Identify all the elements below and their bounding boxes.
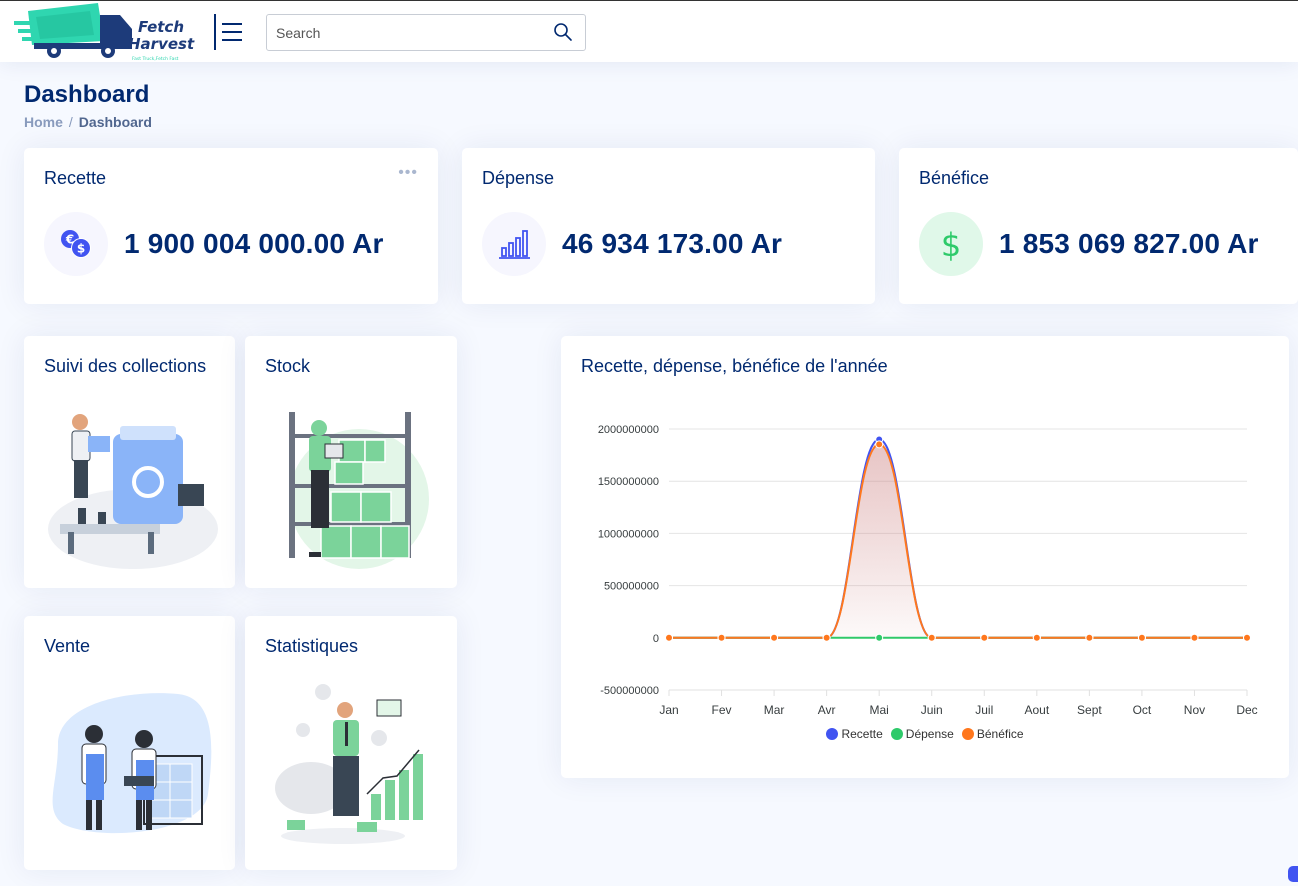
data-point [717,633,726,642]
recette-card: Recette ••• € $ 1 900 004 000.00 Ar [24,148,438,304]
breadcrumb-current: Dashboard [78,114,152,130]
search-bar [266,14,586,51]
data-point [770,633,779,642]
y-tick-label: 1000000000 [598,528,659,540]
data-point [875,633,884,642]
search-icon [554,23,572,41]
svg-text:$: $ [77,242,85,256]
tile-title: Statistiques [265,636,359,656]
recycling-worker-illustration [48,414,218,569]
data-point [927,633,936,642]
series-area [669,439,1247,638]
growth-statistics-illustration [275,684,423,844]
breadcrumb: Home / Dashboard [24,114,152,130]
benefice-amount: 1 853 069 827.00 Ar [999,228,1259,259]
scroll-top-button[interactable] [1288,866,1298,882]
warehouse-stock-illustration [289,412,429,569]
x-tick-label: Mar [764,703,785,717]
tile-title: Stock [265,356,311,376]
recette-amount: 1 900 004 000.00 Ar [124,228,384,259]
page-title: Dashboard [24,81,150,108]
tile-title: Vente [44,636,91,656]
brand-logo[interactable]: Fetch Harvest Fast Truck,Fetch Fast [12,1,198,63]
x-tick-label: Aout [1024,703,1049,717]
depense-card: Dépense 46 934 173.00 Ar [462,148,875,304]
legend-item[interactable]: Recette [826,727,883,741]
y-tick-label: -500000000 [600,685,659,697]
legend-label: Recette [841,727,883,741]
bar-chart-icon [482,212,546,276]
legend-item[interactable]: Bénéfice [961,727,1024,741]
breadcrumb-separator: / [68,114,73,130]
tile-suivi-collections[interactable]: Suivi des collections [24,336,235,588]
search-button[interactable] [553,22,575,44]
x-tick-label: Juin [921,703,943,717]
legend-marker [826,728,839,740]
brand-line1: Fetch [138,18,184,36]
chart-card: Recette, dépense, bénéfice de l'année 20… [561,336,1289,778]
data-point [875,440,884,449]
x-tick-label: Nov [1184,703,1205,717]
x-tick-label: Avr [818,703,836,717]
y-tick-label: 500000000 [604,581,659,593]
y-tick-label: 2000000000 [598,424,659,436]
legend-marker [961,728,974,740]
data-point [1137,633,1146,642]
chart-legend: Recette Dépense Bénéfice [561,727,1289,741]
legend-label: Bénéfice [976,727,1024,741]
tile-title: Suivi des collections [44,356,207,376]
x-tick-label: Jan [659,703,678,717]
tile-vente[interactable]: Vente [24,616,235,870]
x-tick-label: Dec [1236,703,1257,717]
x-tick-label: Juil [975,703,993,717]
depense-card-title: Dépense [482,168,555,188]
data-point [1085,633,1094,642]
x-tick-label: Mai [870,703,889,717]
recette-card-title: Recette [44,168,107,188]
tile-statistiques[interactable]: Statistiques [245,616,457,870]
series-line [668,438,1247,639]
page-title-block: Dashboard Home / Dashboard [24,81,152,131]
search-input[interactable] [268,16,538,49]
x-tick-label: Sept [1077,703,1102,717]
brand-line2: Harvest [128,35,195,53]
benefice-card: Bénéfice $ 1 853 069 827.00 Ar [899,148,1298,304]
data-point [1243,633,1251,642]
x-tick-label: Oct [1133,703,1152,717]
series-line [668,443,1247,639]
data-point [665,633,673,642]
dollar-icon: $ [919,212,983,276]
benefice-card-title: Bénéfice [919,168,990,188]
euro-dollar-coins-icon: € $ [44,212,108,276]
area-chart[interactable]: 2000000000 1500000000 1000000000 500000000 0… [561,406,1289,726]
series-area [669,444,1247,638]
legend-marker [890,728,903,740]
x-tick-label: Fev [712,703,732,717]
depense-amount: 46 934 173.00 Ar [562,228,783,259]
legend-item[interactable]: Dépense [890,727,954,741]
truck-logo-icon: Fetch Harvest Fast Truck,Fetch Fast [14,3,195,62]
data-point [980,633,989,642]
svg-text:$: $ [941,226,961,264]
brand-tagline: Fast Truck,Fetch Fast [132,56,179,62]
y-tick-label: 1500000000 [598,476,659,488]
data-point [1190,633,1199,642]
tile-stock[interactable]: Stock [245,336,457,588]
toggle-sidebar-button[interactable] [214,14,244,50]
card-menu-button[interactable]: ••• [398,164,418,182]
top-header: Fetch Harvest Fast Truck,Fetch Fast [0,0,1298,62]
data-point [822,633,831,642]
legend-label: Dépense [905,727,954,741]
chart-title: Recette, dépense, bénéfice de l'année [581,356,888,376]
data-point [1032,633,1041,642]
y-tick-label: 0 [653,633,659,645]
breadcrumb-home[interactable]: Home [24,114,63,130]
shop-sellers-illustration [52,693,212,834]
